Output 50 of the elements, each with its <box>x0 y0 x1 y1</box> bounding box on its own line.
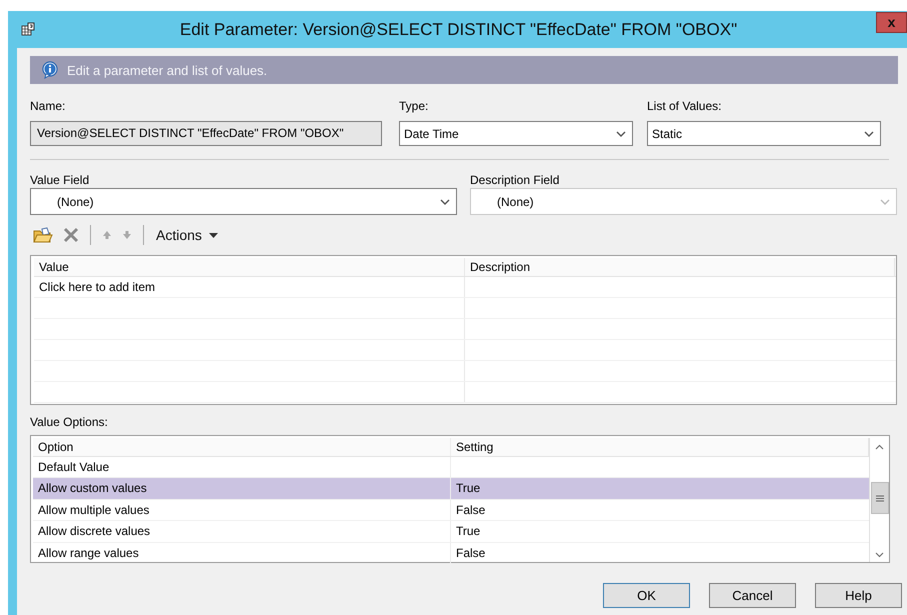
option-name: Allow custom values <box>33 478 451 499</box>
column-header[interactable]: Option <box>33 438 451 456</box>
dialog-icon <box>21 22 35 36</box>
x-icon <box>63 227 79 243</box>
option-row[interactable]: Allow multiple values False <box>33 500 869 522</box>
description-field-label: Description Field <box>470 172 560 188</box>
option-name: Default Value <box>33 457 451 478</box>
option-setting: False <box>455 502 486 519</box>
name-label: Name: <box>30 98 66 114</box>
actions-menu-button[interactable]: Actions <box>152 225 221 245</box>
scroll-down-icon <box>875 552 884 558</box>
option-row[interactable]: Allow custom values True <box>33 478 869 500</box>
folder-icon <box>33 226 53 244</box>
arrow-up-icon <box>102 230 112 240</box>
arrow-down-icon <box>122 230 132 240</box>
option-setting: True <box>455 480 482 498</box>
chevron-down-icon <box>880 198 890 206</box>
info-text: Edit a parameter and list of values. <box>67 62 268 78</box>
grip-icon <box>876 494 884 502</box>
column-header[interactable]: Value <box>34 258 465 276</box>
list-of-values-label: List of Values: <box>647 98 722 114</box>
chevron-down-icon <box>864 130 874 138</box>
table-cell[interactable]: Click here to add item <box>34 277 465 297</box>
option-setting: False <box>455 544 486 562</box>
chevron-down-icon <box>616 130 626 138</box>
option-row[interactable]: Allow discrete values True <box>33 521 869 543</box>
dialog-button[interactable]: OK <box>603 583 690 608</box>
option-name: Allow multiple values <box>33 500 451 520</box>
scrollbar-thumb[interactable] <box>870 482 888 514</box>
chevron-down-icon <box>440 198 450 206</box>
option-setting: True <box>455 523 482 540</box>
type-label: Type: <box>399 98 428 114</box>
dialog-button[interactable]: Cancel <box>709 583 796 608</box>
scroll-up-icon <box>875 444 884 450</box>
option-row[interactable]: Allow range values False <box>33 542 869 564</box>
window-title: Edit Parameter: Version@SELECT DISTINCT "EffecDate" FROM "OBOX" <box>178 20 738 40</box>
column-header[interactable]: Setting <box>451 438 869 456</box>
info-icon <box>41 61 59 79</box>
column-header[interactable]: Description <box>465 258 895 276</box>
option-name: Allow discrete values <box>33 521 451 542</box>
value-field-dropdown[interactable]: (None) <box>30 188 457 215</box>
option-name: Allow range values <box>33 542 451 563</box>
list-of-values-dropdown[interactable]: Static <box>647 121 881 146</box>
value-field-label: Value Field <box>30 172 90 188</box>
vertical-scrollbar[interactable] <box>869 438 889 562</box>
type-dropdown[interactable]: Date Time <box>399 121 633 146</box>
dialog-button[interactable]: Help <box>815 583 902 608</box>
caret-down-icon <box>208 232 218 238</box>
close-button[interactable]: x <box>876 12 907 33</box>
value-options-label: Value Options: <box>30 414 109 430</box>
